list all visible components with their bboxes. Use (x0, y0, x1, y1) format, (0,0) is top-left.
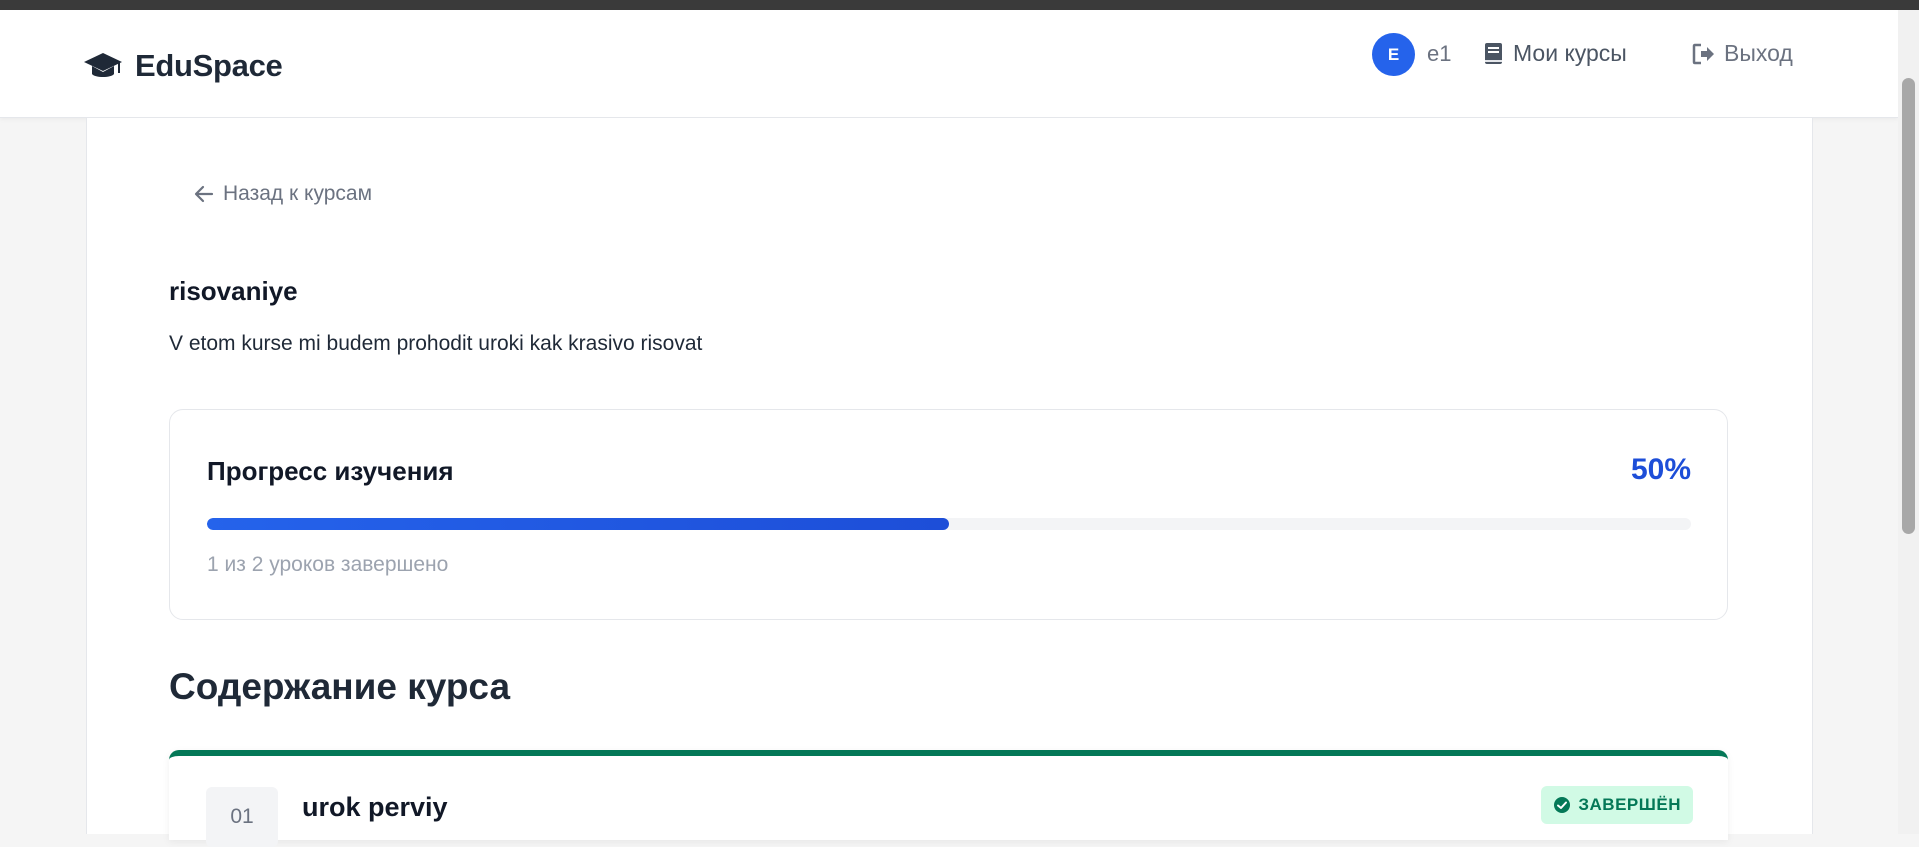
progress-summary: 1 из 2 уроков завершено (207, 553, 449, 576)
my-courses-label: Мои курсы (1513, 40, 1627, 66)
brand-name: EduSpace (135, 48, 283, 83)
back-to-courses-link[interactable]: Назад к курсам (194, 182, 372, 206)
check-circle-icon (1554, 797, 1571, 813)
logout-link[interactable]: Выход (1692, 40, 1793, 67)
scrollbar-thumb[interactable] (1902, 78, 1915, 534)
progress-label: Прогресс изучения (207, 456, 454, 486)
lesson-status-label: ЗАВЕРШЁН (1578, 795, 1681, 814)
username[interactable]: e1 (1427, 41, 1451, 67)
my-courses-link[interactable]: Мои курсы (1483, 40, 1627, 67)
lesson-status-badge: ЗАВЕРШЁН (1541, 786, 1693, 824)
book-icon (1485, 42, 1502, 64)
sign-out-icon (1692, 43, 1714, 64)
course-title: risovaniye (169, 276, 298, 306)
progress-bar-fill (207, 518, 949, 530)
course-contents-heading: Содержание курса (169, 666, 511, 707)
lesson-number: 01 (206, 787, 278, 847)
logout-label: Выход (1724, 40, 1793, 66)
progress-bar (207, 518, 1691, 530)
course-description: V etom kurse mi budem prohodit uroki kak… (169, 332, 703, 355)
back-label: Назад к курсам (223, 182, 373, 205)
user-avatar[interactable]: E (1372, 33, 1415, 76)
arrow-left-icon (194, 185, 214, 203)
brand-logo[interactable]: EduSpace (83, 48, 283, 84)
graduation-cap-icon (84, 53, 122, 77)
progress-percent: 50% (1630, 453, 1691, 486)
progress-card: Прогресс изучения 50% 1 из 2 уроков заве… (169, 409, 1728, 620)
lesson-card[interactable]: 01 urok perviy ЗАВЕРШЁН (169, 750, 1728, 847)
lesson-title[interactable]: urok perviy (302, 792, 448, 823)
browser-top-edge (0, 0, 1919, 10)
